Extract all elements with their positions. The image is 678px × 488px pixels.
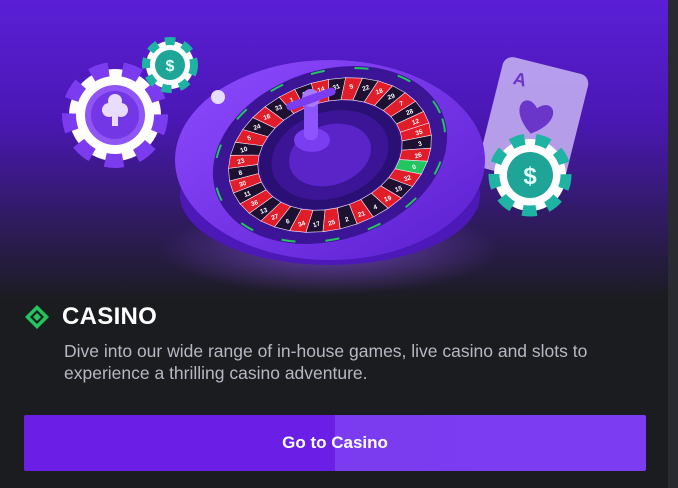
section-title: CASINO: [62, 303, 158, 330]
teal-chip-large-icon: $: [488, 133, 572, 217]
roulette-illustration: A 35326032151942122517346271336113082310…: [62, 37, 589, 295]
scrollbar-track: [668, 0, 678, 488]
go-to-casino-button[interactable]: Go to Casino: [24, 415, 646, 471]
purple-chip-icon: [62, 62, 168, 168]
svg-text:$: $: [523, 163, 537, 190]
teal-chip-small-icon: $: [142, 37, 198, 93]
svg-text:$: $: [166, 58, 175, 75]
hero-banner: A 35 3 26 0 32 15 19 4 21 2 25 17 34 6 27 13 36 11 30 8 23 10…: [0, 0, 678, 300]
section-description: Dive into our wide range of in-house gam…: [64, 341, 588, 383]
casino-card: A 35 3 26 0 32 15 19 4 21 2 25 17 34 6 27 13 36 11 30 8 23 10…: [0, 0, 678, 488]
casino-diamond-icon: [25, 305, 49, 329]
section-header: CASINO: [24, 302, 157, 332]
